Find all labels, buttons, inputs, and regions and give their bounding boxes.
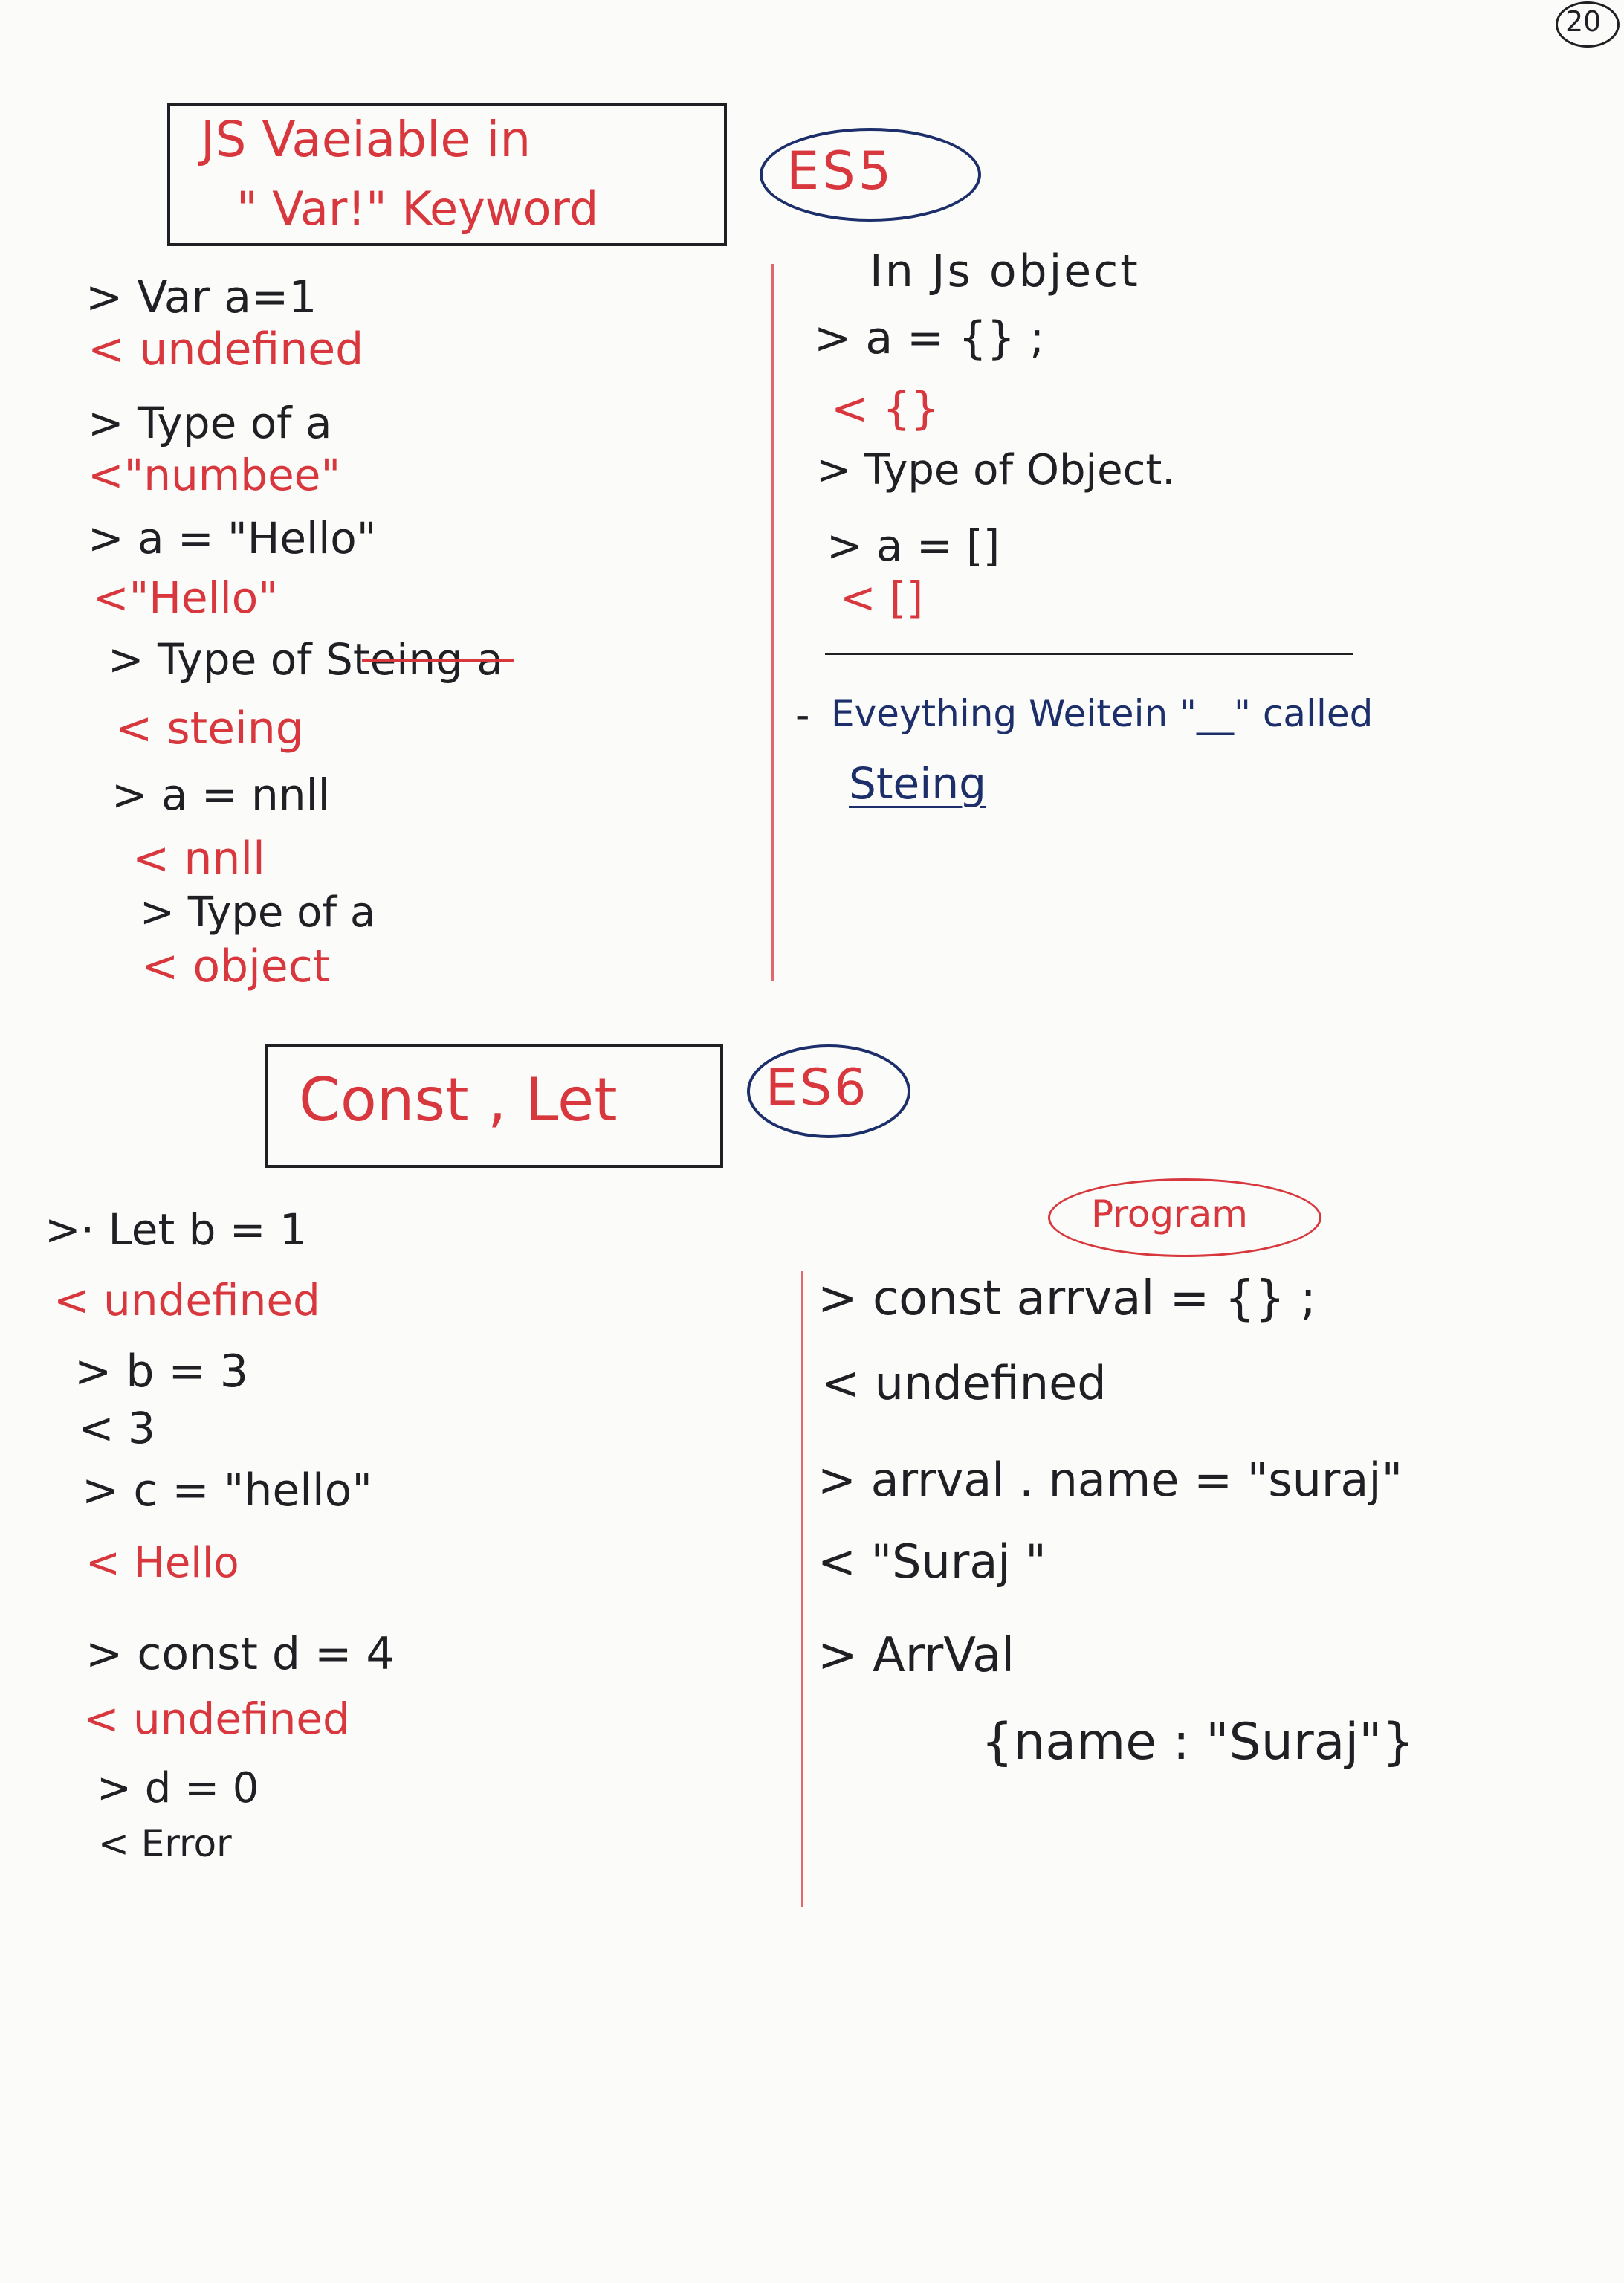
note-word: Steing bbox=[849, 758, 986, 809]
s1-line-6: <"Hello" bbox=[93, 572, 278, 623]
strike-mark bbox=[362, 659, 514, 662]
prog-line-1: > const arrval = {} ; bbox=[818, 1271, 1316, 1326]
note-dash: - bbox=[795, 691, 810, 738]
s1-line-3: > Type of a bbox=[88, 398, 332, 448]
prog-line-5: > ArrVal bbox=[818, 1628, 1015, 1683]
s2-line-5: > c = "hello" bbox=[82, 1465, 372, 1517]
obj-line-2: < {} bbox=[831, 383, 939, 435]
notebook-page: 20 JS Vaeiable in " Var!" Keyword ES5 > … bbox=[0, 0, 1624, 2283]
section1-title-line2: " Var!" Keyword bbox=[236, 181, 599, 236]
s2-line-8: < undefined bbox=[83, 1693, 350, 1744]
s1-line-1: > Var a=1 bbox=[85, 271, 317, 323]
s2-line-10: < Error bbox=[98, 1822, 232, 1865]
s2-line-1: >· Let b = 1 bbox=[45, 1204, 307, 1255]
column-divider-bottom bbox=[801, 1271, 803, 1907]
section2-title: Const , Let bbox=[299, 1065, 618, 1134]
s1-line-5: > a = "Hello" bbox=[88, 513, 377, 564]
s2-line-9: > d = 0 bbox=[97, 1764, 259, 1812]
s1-line-11: > Type of a bbox=[140, 888, 376, 937]
obj-line-1: > a = {} ; bbox=[814, 312, 1045, 364]
note-text: Eveything Weitein "__" called bbox=[831, 692, 1374, 735]
obj-line-4: > a = [] bbox=[826, 520, 1000, 571]
s1-line-8: < steing bbox=[115, 703, 304, 755]
s1-line-2: < undefined bbox=[88, 323, 364, 375]
s2-line-2: < undefined bbox=[54, 1275, 320, 1325]
objects-heading: In Js object bbox=[870, 245, 1140, 297]
page-number: 20 bbox=[1565, 5, 1602, 38]
s1-line-10: < nnll bbox=[132, 833, 265, 885]
es6-label: ES6 bbox=[766, 1059, 869, 1117]
section1-title-line1: JS Vaeiable in bbox=[201, 111, 531, 168]
s2-line-3: > b = 3 bbox=[74, 1346, 249, 1398]
obj-line-3: > Type of Object. bbox=[816, 446, 1176, 494]
prog-line-4: < "Suraj " bbox=[818, 1534, 1046, 1589]
s2-line-6: < Hello bbox=[85, 1539, 239, 1587]
column-divider-top bbox=[771, 264, 774, 981]
s2-line-4: < 3 bbox=[78, 1403, 155, 1453]
prog-line-3: > arrval . name = "suraj" bbox=[818, 1453, 1403, 1507]
s1-line-9: > a = nnll bbox=[111, 769, 330, 820]
s1-line-4: <"numbee" bbox=[88, 450, 341, 500]
es5-label: ES5 bbox=[786, 141, 895, 201]
prog-line-6: {name : "Suraj"} bbox=[981, 1713, 1414, 1772]
obj-line-5: < [] bbox=[840, 572, 924, 623]
program-label: Program bbox=[1091, 1192, 1248, 1236]
objects-separator bbox=[825, 653, 1353, 655]
prog-line-2: < undefined bbox=[821, 1356, 1107, 1410]
s2-line-7: > const d = 4 bbox=[85, 1628, 395, 1680]
s1-line-12: < object bbox=[141, 940, 331, 992]
